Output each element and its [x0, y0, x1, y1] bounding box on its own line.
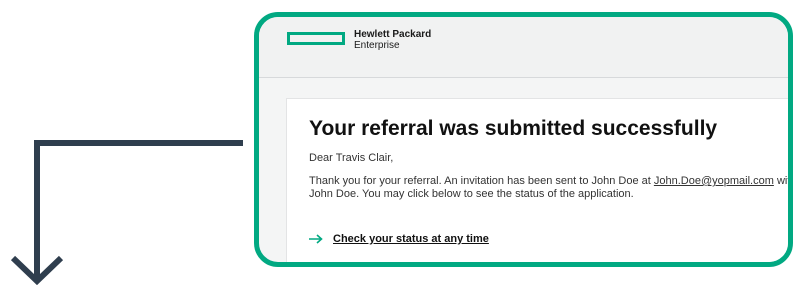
- screenshot-stage: Hewlett Packard Enterprise Your referral…: [0, 0, 801, 285]
- email-greeting: Dear Travis Clair,: [309, 152, 394, 164]
- email-body: Thank you for your referral. An invitati…: [309, 175, 788, 200]
- email-header: Hewlett Packard Enterprise: [259, 17, 788, 78]
- arrow-right-icon: [309, 234, 323, 244]
- email-body-prefix: Thank you for your referral. An invitati…: [309, 175, 651, 187]
- email-preview-frame: Hewlett Packard Enterprise Your referral…: [254, 12, 793, 267]
- check-status-link-label[interactable]: Check your status at any time: [333, 233, 489, 245]
- brand-name-line2: Enterprise: [354, 40, 400, 51]
- brand-name: Hewlett Packard Enterprise: [354, 29, 431, 51]
- email-content-card: Your referral was submitted successfully…: [286, 98, 788, 262]
- email-title: Your referral was submitted successfully: [309, 117, 718, 140]
- check-status-link[interactable]: Check your status at any time: [309, 233, 489, 245]
- brand-name-line1: Hewlett Packard: [354, 29, 432, 40]
- hpe-logo-icon: [287, 32, 345, 45]
- email-address-link[interactable]: John.Doe@yopmail.com: [654, 175, 774, 187]
- flow-arrow-down-icon: [10, 140, 243, 285]
